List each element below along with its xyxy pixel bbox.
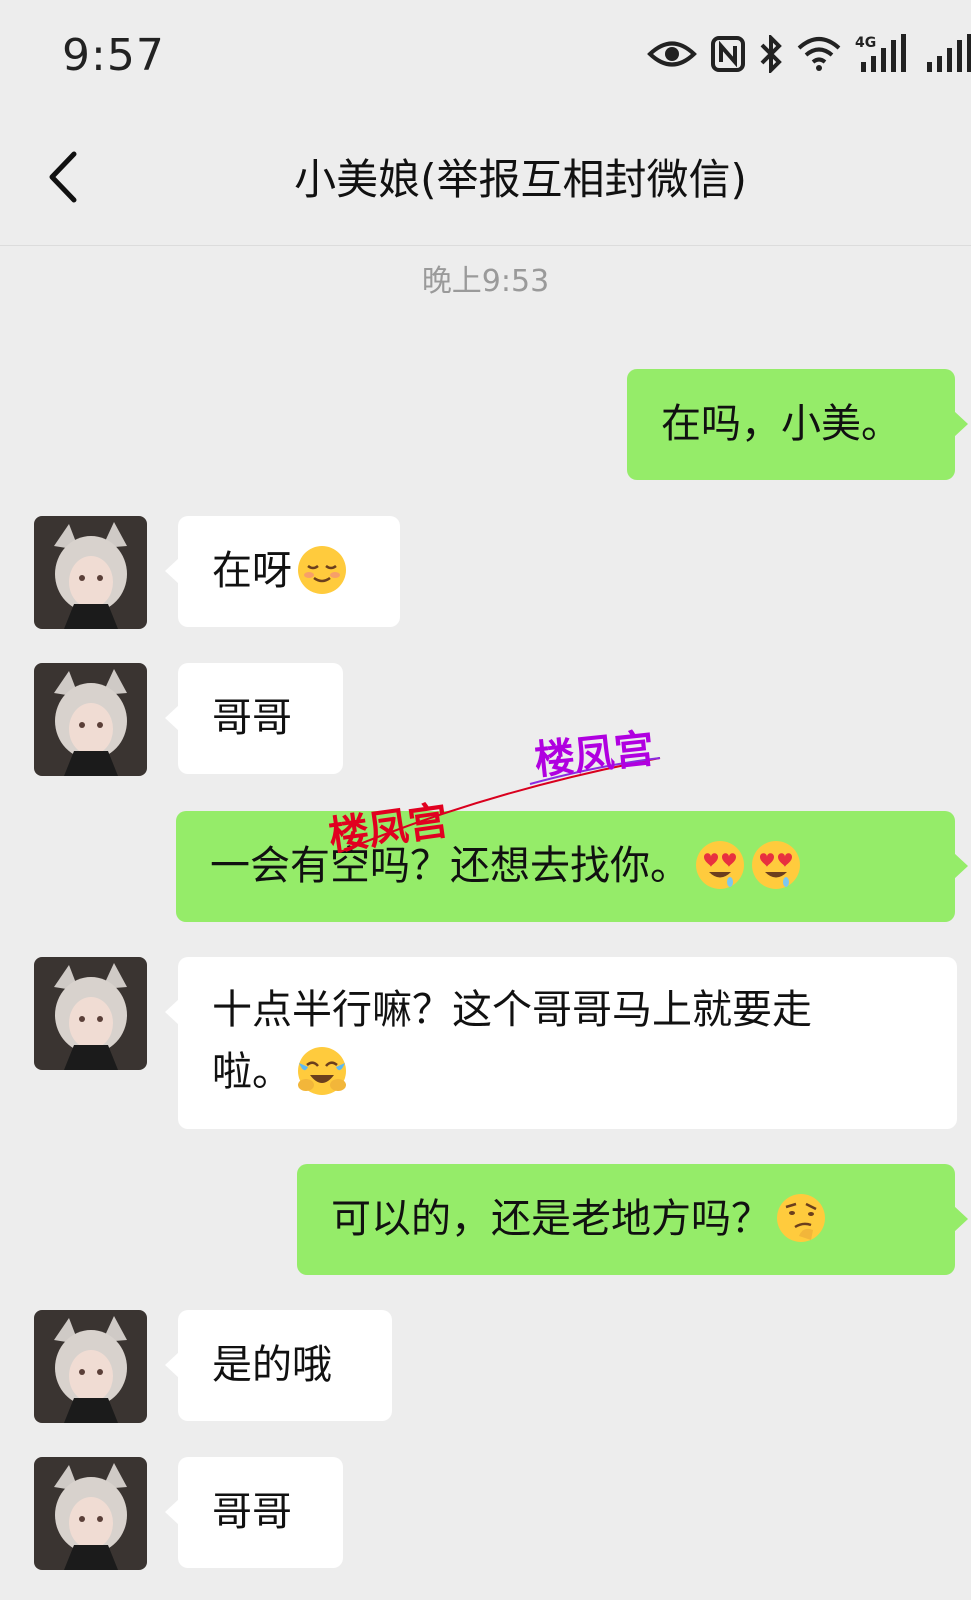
message-bubble-incoming[interactable]: 在呀: [165, 516, 400, 627]
wifi-icon: [797, 36, 841, 76]
eye-icon: [647, 37, 697, 75]
chat-header: 小美娘(举报互相封微信): [0, 110, 971, 246]
message-timestamp: 晚上9:53: [421, 264, 550, 299]
avatar[interactable]: [34, 1310, 147, 1423]
message-bubble-incoming[interactable]: 哥哥: [165, 663, 343, 774]
message-bubble-outgoing[interactable]: 可以的，还是老地方吗？: [297, 1164, 968, 1275]
message-bubble-incoming[interactable]: 哥哥: [165, 1457, 343, 1568]
message-text: 哥哥: [212, 1489, 292, 1535]
avatar[interactable]: [34, 1457, 147, 1570]
network-label: 4G: [855, 35, 876, 51]
message-text: 哥哥: [212, 695, 292, 741]
back-button[interactable]: [38, 144, 88, 210]
nfc-icon: [711, 36, 745, 76]
status-time: 9:57: [62, 30, 165, 81]
relieved-face-emoji: [298, 546, 346, 594]
status-bar: 9:57 4G: [0, 0, 971, 110]
message-text: 是的哦: [212, 1342, 332, 1388]
message-bubble-incoming[interactable]: 是的哦: [165, 1310, 392, 1421]
signal-icon: [925, 34, 971, 78]
avatar[interactable]: [34, 957, 147, 1070]
message-text: 可以的，还是老地方吗？: [331, 1196, 771, 1242]
4g-signal-icon: 4G: [855, 34, 911, 78]
message-bubble-incoming[interactable]: 十点半行嘛？这个哥哥马上就要走 啦。: [165, 957, 957, 1129]
chevron-left-icon: [49, 151, 77, 203]
message-text-line: 十点半行嘛？这个哥哥马上就要走: [212, 987, 812, 1033]
bluetooth-icon: [759, 33, 783, 77]
raised-eyebrow-emoji: [777, 1194, 825, 1242]
heart-eyes-drool-emoji: [696, 841, 744, 889]
chat-title: 小美娘(举报互相封微信): [294, 155, 747, 204]
message-text: 在吗，小美。: [661, 401, 901, 447]
message-bubble-outgoing[interactable]: 在吗，小美。: [627, 369, 968, 480]
crying-laughing-emoji: [298, 1047, 346, 1095]
message-text-line: 啦。: [212, 1049, 292, 1095]
status-icons: 4G: [647, 33, 971, 78]
message-text: 在呀: [212, 548, 292, 594]
avatar[interactable]: [34, 516, 147, 629]
avatar[interactable]: [34, 663, 147, 776]
heart-eyes-drool-emoji: [752, 841, 800, 889]
